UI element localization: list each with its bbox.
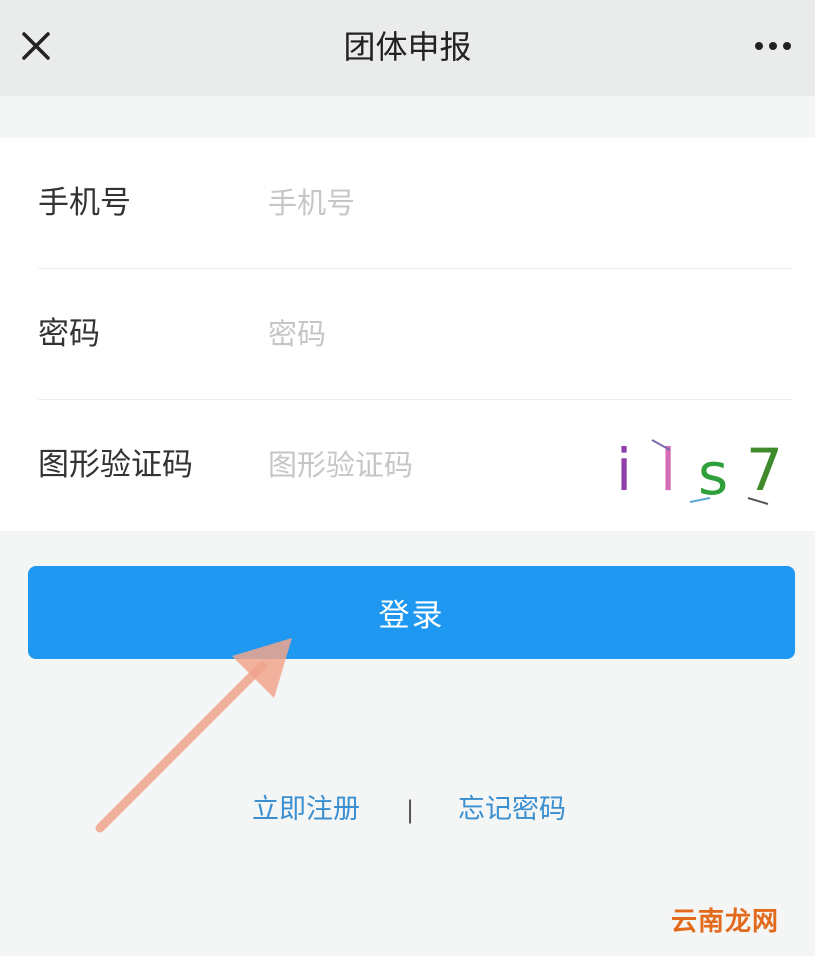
footer-links: 立即注册 | 忘记密码	[0, 788, 815, 832]
password-label: 密码	[38, 316, 100, 352]
captcha-input[interactable]	[268, 440, 568, 490]
captcha-char: s	[698, 440, 728, 508]
watermark: 云南龙网	[670, 907, 779, 937]
more-button[interactable]	[749, 30, 797, 62]
password-row: 密码	[0, 269, 815, 400]
login-button[interactable]: 登录	[28, 566, 795, 659]
password-input[interactable]	[268, 309, 588, 359]
phone-row: 手机号	[0, 138, 815, 269]
forgot-password-link[interactable]: 忘记密码	[458, 788, 566, 832]
close-icon	[22, 32, 50, 60]
captcha-label: 图形验证码	[38, 447, 193, 483]
more-dots-icon	[755, 42, 791, 50]
page-title: 团体申报	[343, 28, 472, 66]
phone-label: 手机号	[38, 185, 131, 221]
captcha-char: 7	[746, 436, 783, 504]
captcha-row: 图形验证码 i l s 7	[0, 400, 815, 531]
register-link[interactable]: 立即注册	[252, 788, 360, 832]
close-button[interactable]	[14, 24, 58, 68]
phone-input[interactable]	[268, 178, 588, 228]
login-form: 手机号 密码 图形验证码 i l s 7	[0, 138, 815, 531]
captcha-image[interactable]: i l s 7	[610, 420, 790, 510]
captcha-char: i	[616, 436, 632, 504]
link-separator: |	[406, 796, 415, 824]
title-bar: 团体申报	[0, 0, 815, 96]
